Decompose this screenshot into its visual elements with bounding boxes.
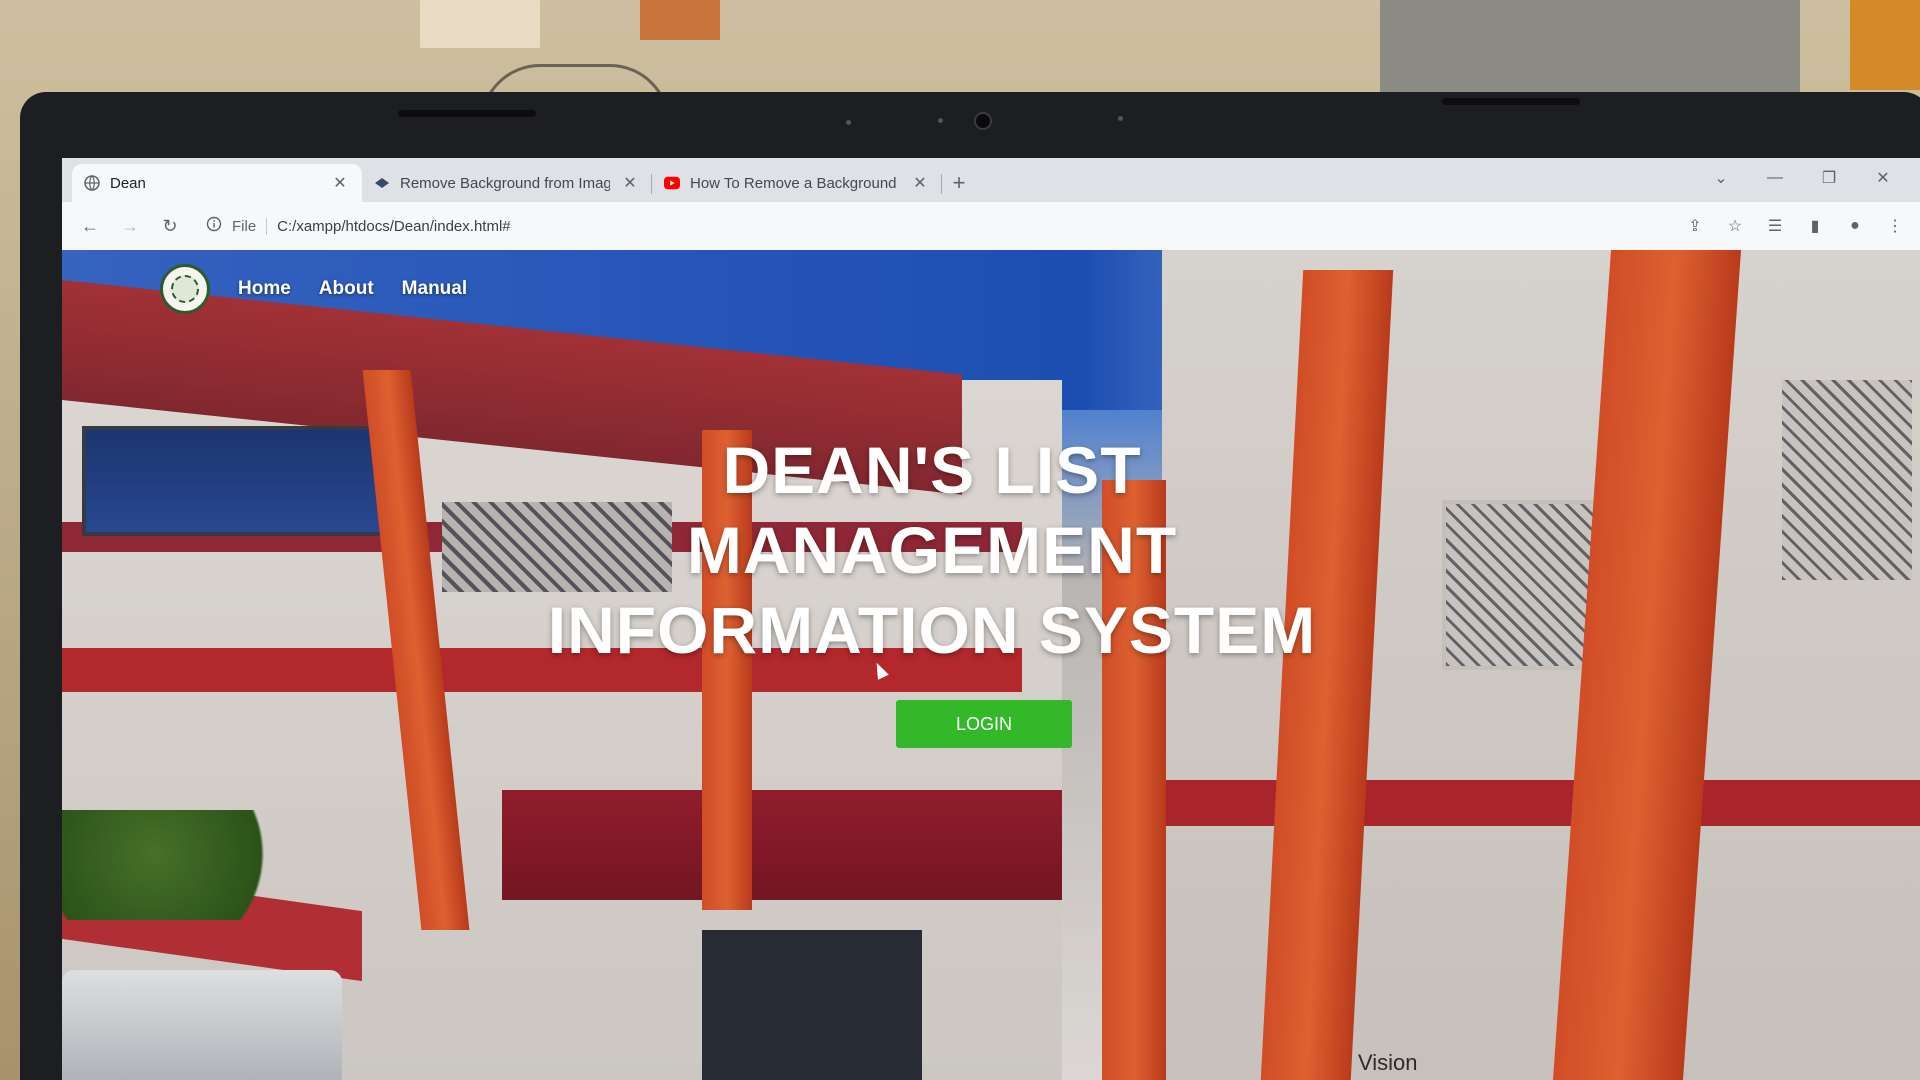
info-icon[interactable]	[206, 216, 222, 236]
browser-toolbar: ← → ↻ File C:/xampp/htdocs/Dean/index.ht…	[62, 202, 1920, 250]
profile-icon[interactable]: ●	[1842, 213, 1868, 239]
share-icon[interactable]: ⇪	[1682, 213, 1708, 239]
tab-title: How To Remove a Background f	[690, 174, 900, 192]
forward-arrow-icon[interactable]: →	[114, 210, 146, 242]
tab-remove-background[interactable]: Remove Background from Imag ✕	[362, 164, 652, 202]
webcam	[974, 112, 992, 130]
background-poster	[640, 0, 720, 40]
side-panel-icon[interactable]: ▮	[1802, 213, 1828, 239]
bezel-sensor	[846, 120, 851, 125]
nav-home[interactable]: Home	[238, 278, 291, 300]
restore-icon[interactable]: ❐	[1802, 164, 1856, 192]
close-icon[interactable]: ✕	[620, 173, 640, 193]
back-arrow-icon[interactable]: ←	[74, 210, 106, 242]
window-controls: ⌄ — ❐ ✕	[1694, 164, 1910, 192]
file-scheme-label: File	[232, 217, 268, 235]
reload-icon[interactable]: ↻	[154, 210, 186, 242]
browser-tab-strip: Dean ✕ Remove Background from Imag ✕ How…	[62, 158, 1920, 202]
laptop-screen: Dean ✕ Remove Background from Imag ✕ How…	[62, 158, 1920, 1080]
bezel-sensor	[1118, 116, 1123, 121]
bookmark-star-icon[interactable]: ☆	[1722, 213, 1748, 239]
background-object	[1850, 0, 1920, 90]
tab-separator	[941, 174, 942, 194]
remove-bg-icon	[374, 175, 390, 191]
hero-title-line: MANAGEMENT	[686, 513, 1178, 587]
menu-dots-icon[interactable]: ⋮	[1882, 213, 1908, 239]
tab-search-chevron-icon[interactable]: ⌄	[1694, 164, 1748, 192]
reading-list-icon[interactable]: ☰	[1762, 213, 1788, 239]
tab-title: Remove Background from Imag	[400, 174, 610, 192]
youtube-icon	[664, 175, 680, 191]
tab-how-to-remove-background[interactable]: How To Remove a Background f ✕	[652, 164, 942, 202]
bezel-sensor	[938, 118, 943, 123]
globe-icon	[84, 175, 100, 191]
site-navigation: Home About Manual	[160, 264, 467, 314]
window-close-icon[interactable]: ✕	[1856, 164, 1910, 192]
nav-about[interactable]: About	[319, 278, 374, 300]
new-tab-button[interactable]: +	[942, 164, 976, 202]
college-seal-logo[interactable]	[160, 264, 210, 314]
hero-title-line: DEAN'S LIST	[722, 433, 1142, 507]
toolbar-actions: ⇪ ☆ ☰ ▮ ● ⋮	[1682, 213, 1908, 239]
background-poster	[420, 0, 540, 48]
address-bar[interactable]: File C:/xampp/htdocs/Dean/index.html#	[194, 209, 1574, 243]
close-icon[interactable]: ✕	[330, 173, 350, 193]
minimize-icon[interactable]: —	[1748, 164, 1802, 192]
bezel-hinge	[398, 110, 536, 117]
tab-dean[interactable]: Dean ✕	[72, 164, 362, 202]
hero-title: DEAN'S LIST MANAGEMENT INFORMATION SYSTE…	[532, 430, 1332, 670]
bezel-hinge	[1442, 98, 1580, 105]
nav-manual[interactable]: Manual	[402, 278, 467, 300]
url-text[interactable]: C:/xampp/htdocs/Dean/index.html#	[277, 218, 510, 235]
web-page: Home About Manual DEAN'S LIST MANAGEMENT…	[62, 250, 1920, 1080]
login-button[interactable]: LOGIN	[896, 700, 1072, 748]
close-icon[interactable]: ✕	[910, 173, 930, 193]
vision-section-label: Vision	[1358, 1050, 1418, 1075]
hero-title-line: INFORMATION SYSTEM	[547, 593, 1317, 667]
tab-title: Dean	[110, 174, 146, 192]
